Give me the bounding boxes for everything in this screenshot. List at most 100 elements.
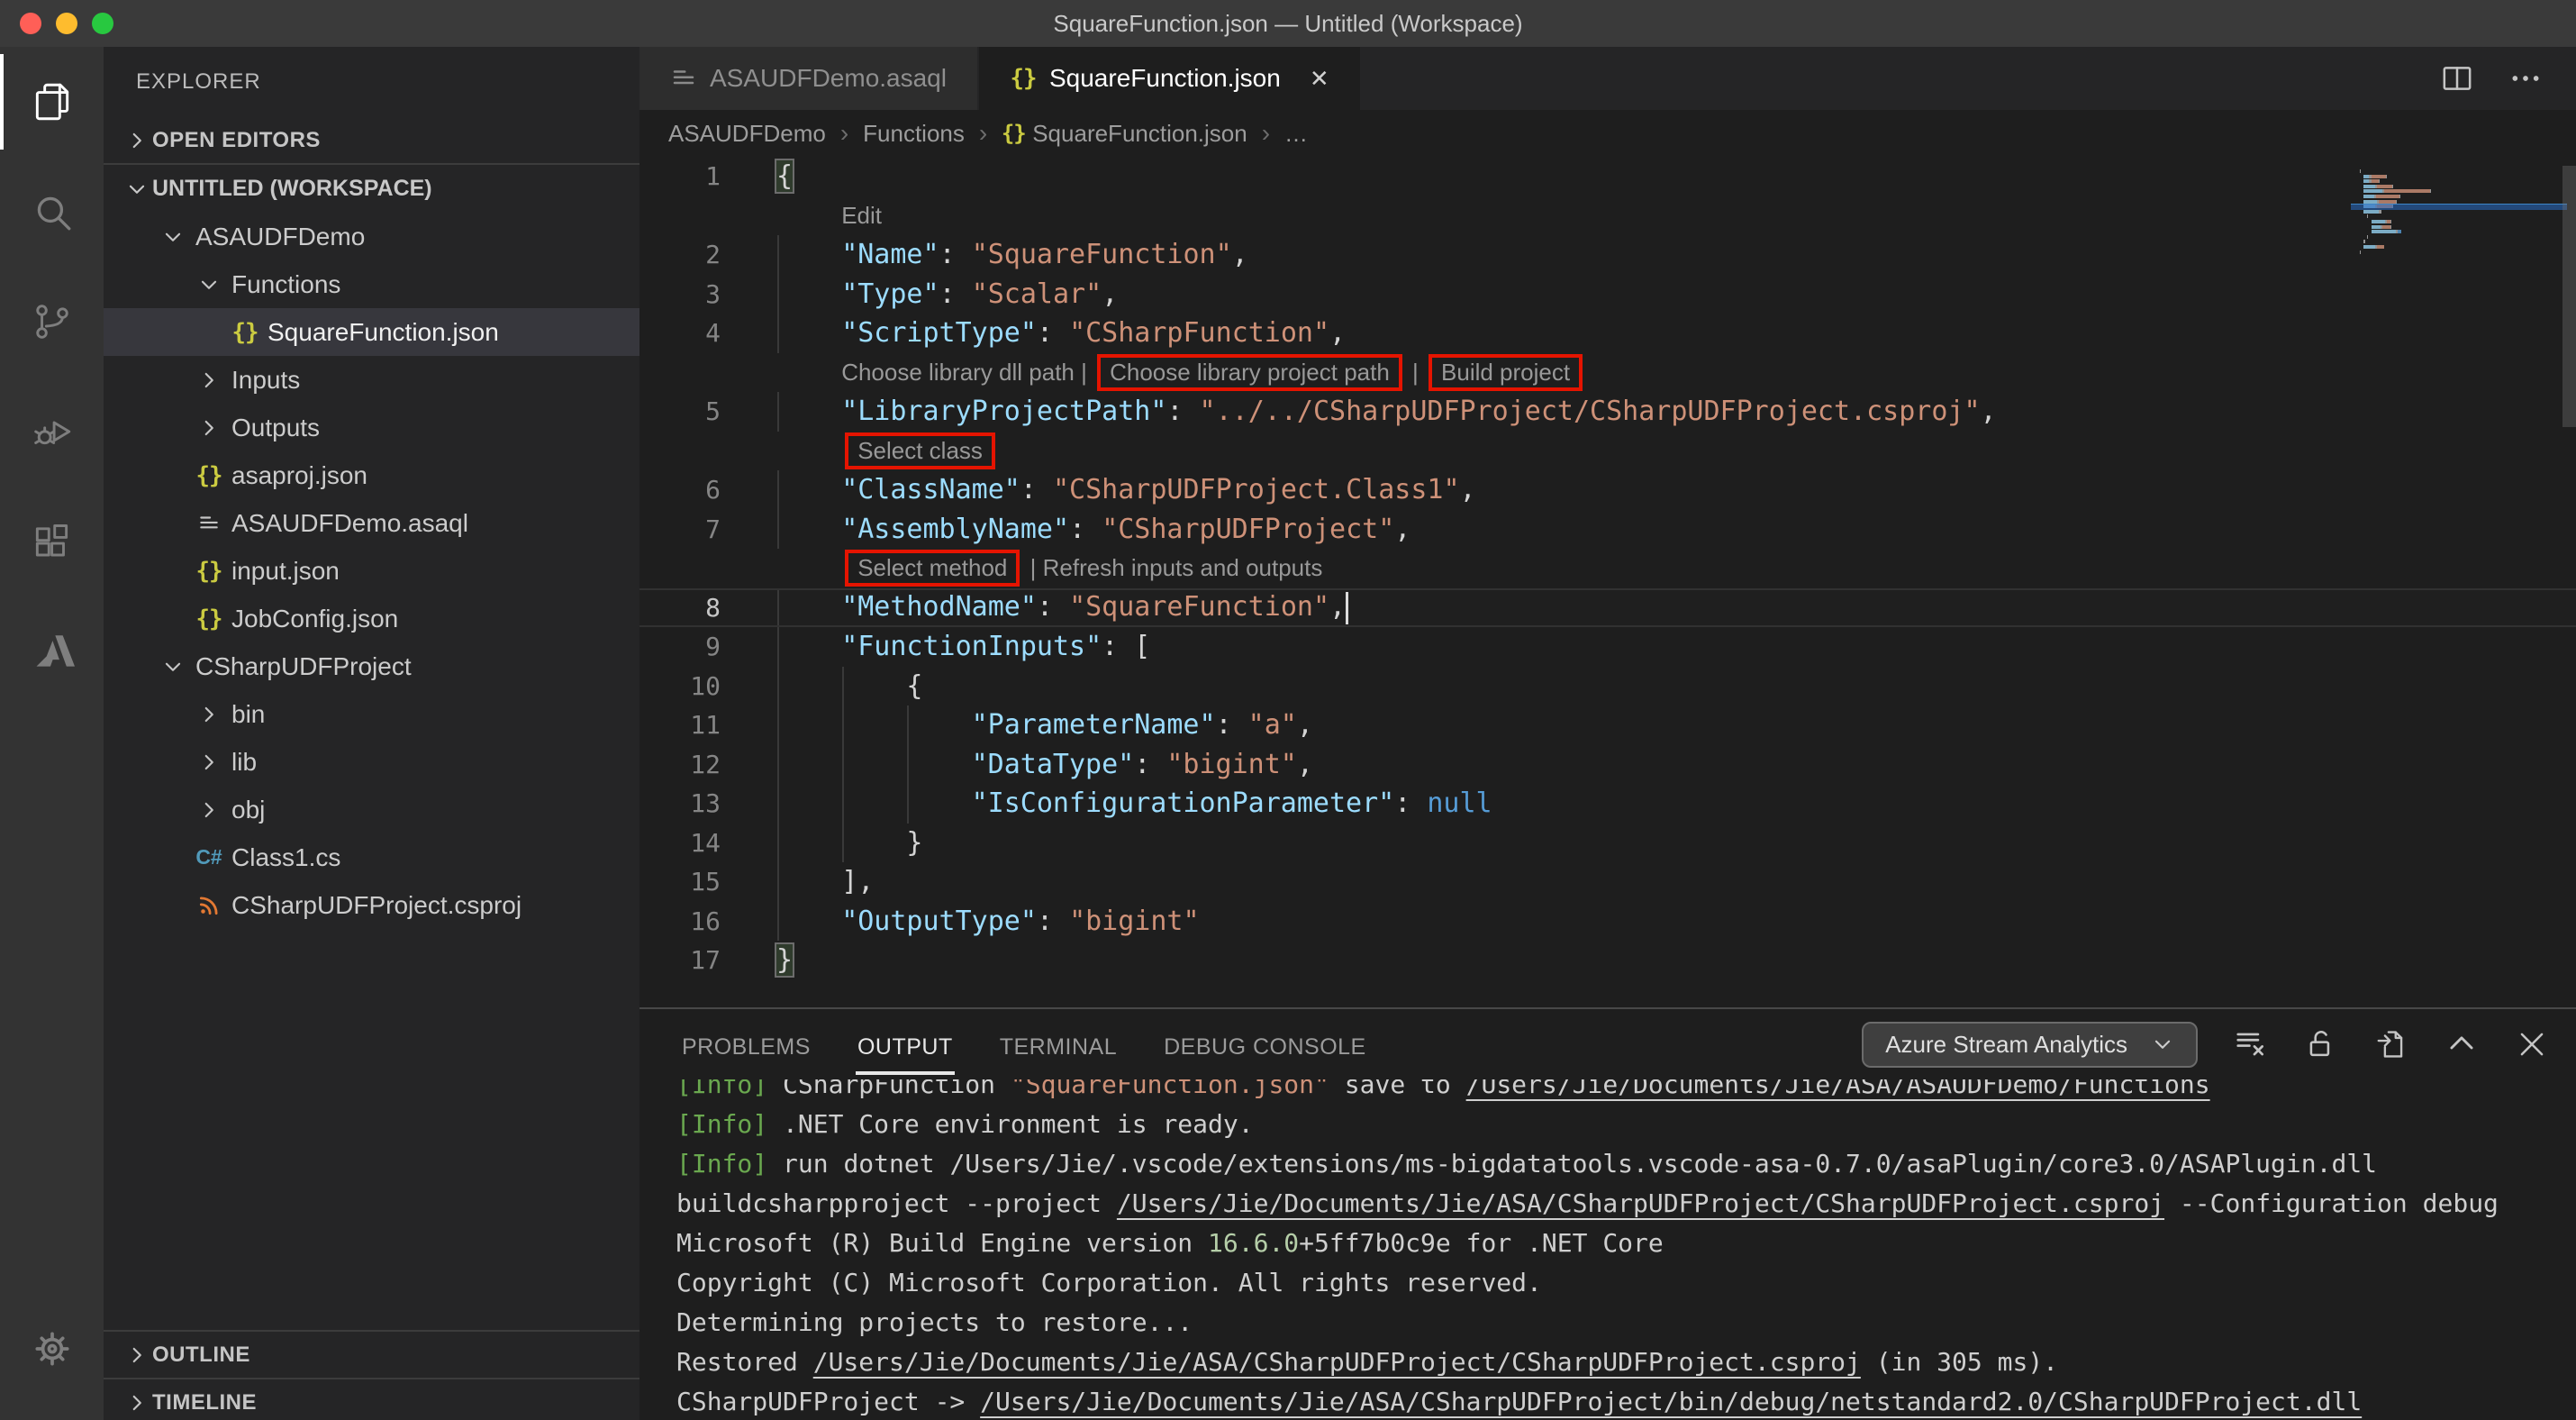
codelens-command[interactable]: Choose library dll path bbox=[841, 359, 1075, 386]
extensions-icon bbox=[30, 519, 75, 564]
code-line-4[interactable]: 4 "ScriptType": "CSharpFunction", bbox=[639, 314, 2576, 353]
code-line-10[interactable]: 10{ bbox=[639, 666, 2576, 705]
tree-item-class1-cs[interactable]: C# Class1.cs bbox=[104, 833, 639, 881]
tree-item-label: CSharpUDFProject.csproj bbox=[231, 890, 522, 919]
json-file-icon: {} bbox=[195, 605, 222, 633]
output-path-link[interactable]: /Users/Jie/Documents/Jie/ASA/CSharpUDFPr… bbox=[1117, 1188, 2164, 1218]
codelens-command[interactable]: Select method bbox=[845, 550, 1020, 587]
code-line-6[interactable]: 6 "ClassName": "CSharpUDFProject.Class1", bbox=[639, 470, 2576, 510]
tree-item-bin[interactable]: bin bbox=[104, 690, 639, 738]
code-line-11[interactable]: 11 "ParameterName": "a", bbox=[639, 705, 2576, 745]
breadcrumb-separator: › bbox=[978, 119, 988, 147]
line-number: 15 bbox=[690, 867, 721, 897]
workspace-root[interactable]: UNTITLED (WORKSPACE) bbox=[104, 165, 639, 213]
zoom-window-button[interactable] bbox=[92, 13, 113, 34]
code-line-7[interactable]: 7 "AssemblyName": "CSharpUDFProject", bbox=[639, 509, 2576, 549]
code-line-5[interactable]: 5 "LibraryProjectPath": "../../CSharpUDFP… bbox=[639, 392, 2576, 432]
breadcrumb-label: Functions bbox=[863, 119, 965, 147]
output-path-link[interactable]: /Users/Jie/Documents/Jie/ASA/CSharpUDFPr… bbox=[813, 1347, 1861, 1377]
code-line-16[interactable]: 16 "OutputType": "bigint" bbox=[639, 901, 2576, 941]
breadcrumb-item[interactable]: Functions bbox=[863, 120, 965, 148]
breadcrumb-item[interactable]: {} SquareFunction.json bbox=[1002, 120, 1247, 148]
more-actions-icon[interactable] bbox=[2508, 60, 2544, 96]
codelens-command[interactable]: Choose library project path bbox=[1097, 353, 1402, 391]
explorer-sidebar: EXPLORER OPEN EDITORS UNTITLED (WORKSPAC… bbox=[104, 47, 639, 1420]
codelens-command[interactable]: Build project bbox=[1429, 353, 1583, 391]
editor-tab-squarefunction-json[interactable]: {} SquareFunction.json ✕ bbox=[978, 47, 1362, 110]
breadcrumb-separator: › bbox=[839, 119, 849, 147]
maximize-panel-icon[interactable] bbox=[2444, 1027, 2479, 1061]
tree-item-csharpudfproject-csproj[interactable]: CSharpUDFProject.csproj bbox=[104, 881, 639, 929]
tree-item-functions[interactable]: Functions bbox=[104, 260, 639, 308]
sidebar-section-timeline[interactable]: TIMELINE bbox=[104, 1378, 639, 1420]
code-line-17[interactable]: 17} bbox=[639, 941, 2576, 980]
tree-item-asaudfdemo[interactable]: ASAUDFDemo bbox=[104, 213, 639, 260]
tree-item-label: ASAUDFDemo bbox=[195, 222, 366, 250]
output-path-link[interactable]: /Users/Jie/Documents/Jie/ASA/ASAUDFDemo/… bbox=[1466, 1079, 2210, 1099]
tree-item-squarefunction-json[interactable]: {} SquareFunction.json bbox=[104, 308, 639, 356]
tree-item-obj[interactable]: obj bbox=[104, 786, 639, 833]
open-output-in-editor-icon[interactable] bbox=[2374, 1027, 2408, 1061]
activity-bar-item-azure[interactable] bbox=[0, 596, 104, 706]
breadcrumb-label: … bbox=[1284, 119, 1309, 147]
code-line-1[interactable]: 1{ bbox=[639, 157, 2576, 196]
activity-bar-item-explorer[interactable] bbox=[0, 47, 104, 157]
minimap[interactable] bbox=[2351, 169, 2567, 287]
tree-item-input-json[interactable]: {} input.json bbox=[104, 547, 639, 595]
activity-bar-item-manage[interactable] bbox=[0, 1294, 104, 1404]
close-panel-icon[interactable] bbox=[2515, 1027, 2549, 1061]
tree-item-inputs[interactable]: Inputs bbox=[104, 356, 639, 404]
open-editors-section[interactable]: OPEN EDITORS bbox=[104, 117, 639, 165]
breadcrumb-item[interactable]: ASAUDFDemo bbox=[668, 120, 826, 148]
json-file-icon: {} bbox=[1001, 121, 1027, 146]
activity-bar-item-run-debug[interactable] bbox=[0, 377, 104, 487]
activity-bar-item-source-control[interactable] bbox=[0, 267, 104, 377]
clear-output-icon[interactable] bbox=[2234, 1027, 2268, 1061]
tree-item-outputs[interactable]: Outputs bbox=[104, 404, 639, 451]
close-window-button[interactable] bbox=[20, 13, 41, 34]
sidebar-section-outline[interactable]: OUTLINE bbox=[104, 1330, 639, 1378]
code-line-12[interactable]: 12 "DataType": "bigint", bbox=[639, 744, 2576, 784]
tree-item-label: bin bbox=[231, 699, 266, 728]
line-number: 7 bbox=[705, 514, 721, 544]
code-editor[interactable]: 1{ Edit 2 "Name": "SquareFunction", 3 "Type":… bbox=[639, 157, 2576, 1007]
tree-item-label: Outputs bbox=[231, 413, 321, 441]
activity-bar-item-extensions[interactable] bbox=[0, 487, 104, 596]
tree-item-asaudfdemo-asaql[interactable]: ASAUDFDemo.asaql bbox=[104, 499, 639, 547]
line-number: 11 bbox=[690, 710, 721, 741]
line-number: 5 bbox=[705, 396, 721, 427]
breadcrumb-item[interactable]: … bbox=[1284, 120, 1308, 148]
minimize-window-button[interactable] bbox=[56, 13, 77, 34]
line-number: 3 bbox=[705, 278, 721, 309]
editor-tab-asaudfdemo-asaql[interactable]: ASAUDFDemo.asaql bbox=[639, 47, 979, 110]
code-line-8[interactable]: 8 "MethodName": "SquareFunction", bbox=[639, 587, 2576, 627]
panel-tab-problems[interactable]: PROBLEMS bbox=[680, 1015, 812, 1075]
panel-tab-output[interactable]: OUTPUT bbox=[856, 1015, 955, 1075]
code-line-15[interactable]: 15], bbox=[639, 862, 2576, 902]
codelens-command[interactable]: Select class bbox=[845, 432, 995, 469]
output-log[interactable]: [Info] CSharpFunction "SquareFunction.js… bbox=[639, 1079, 2576, 1420]
tree-item-lib[interactable]: lib bbox=[104, 738, 639, 786]
split-editor-icon[interactable] bbox=[2439, 60, 2475, 96]
close-tab-icon[interactable]: ✕ bbox=[1310, 65, 1329, 93]
activity-bar-item-search[interactable] bbox=[0, 157, 104, 267]
output-channel-dropdown[interactable]: Azure Stream Analytics bbox=[1862, 1021, 2198, 1068]
tree-item-asaproj-json[interactable]: {} asaproj.json bbox=[104, 451, 639, 499]
code-line-13[interactable]: 13 "IsConfigurationParameter": null bbox=[639, 784, 2576, 824]
codelens-command[interactable]: Refresh inputs and outputs bbox=[1043, 554, 1323, 581]
output-path-link[interactable]: /Users/Jie/Documents/Jie/ASA/CSharpUDFPr… bbox=[980, 1387, 2362, 1416]
code-line-2[interactable]: 2 "Name": "SquareFunction", bbox=[639, 235, 2576, 275]
panel-tab-debug-console[interactable]: DEBUG CONSOLE bbox=[1162, 1015, 1368, 1075]
tree-item-csharpudfproject[interactable]: CSharpUDFProject bbox=[104, 642, 639, 690]
window-title: SquareFunction.json — Untitled (Workspac… bbox=[1053, 9, 1523, 37]
unlock-icon[interactable] bbox=[2304, 1027, 2338, 1061]
panel-tabs: PROBLEMS OUTPUT TERMINAL DEBUG CONSOLE bbox=[680, 1015, 1368, 1075]
panel-tab-terminal[interactable]: TERMINAL bbox=[998, 1015, 1119, 1075]
codelens-command[interactable]: Edit bbox=[841, 202, 882, 229]
editor-scrollbar[interactable] bbox=[2562, 166, 2576, 427]
code-line-9[interactable]: 9 "FunctionInputs": [ bbox=[639, 627, 2576, 667]
codelens-row: Choose library dll path | Choose library… bbox=[639, 353, 2576, 393]
tree-item-jobconfig-json[interactable]: {} JobConfig.json bbox=[104, 595, 639, 642]
code-line-3[interactable]: 3 "Type": "Scalar", bbox=[639, 274, 2576, 314]
code-line-14[interactable]: 14} bbox=[639, 823, 2576, 862]
